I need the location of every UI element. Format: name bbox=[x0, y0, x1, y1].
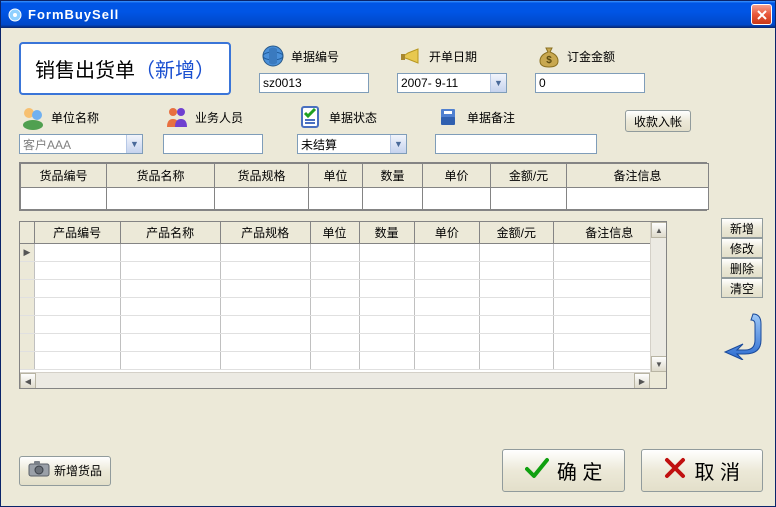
money-bag-icon: $ bbox=[535, 42, 563, 70]
cancel-label: 取 消 bbox=[694, 456, 740, 485]
col-header[interactable]: 备注信息 bbox=[553, 222, 665, 244]
col-header[interactable]: 单位 bbox=[310, 222, 359, 244]
grid-row[interactable] bbox=[20, 352, 666, 370]
form-title-text: 销售出货单 bbox=[35, 60, 135, 82]
side-buttons: 新增 修改 删除 清空 bbox=[721, 218, 763, 298]
ok-label: 确 定 bbox=[557, 456, 603, 485]
megaphone-icon bbox=[397, 42, 425, 70]
side-delete-button[interactable]: 删除 bbox=[721, 258, 763, 278]
add-goods-button[interactable]: 新增货品 bbox=[19, 456, 111, 486]
col-header: 单位 bbox=[309, 164, 363, 188]
entry-table-header: 货品编号 货品名称 货品规格 单位 数量 单价 金额/元 备注信息 bbox=[21, 164, 709, 188]
scrollbar-vertical[interactable]: ▲ ▼ bbox=[650, 222, 666, 372]
scroll-up-icon[interactable]: ▲ bbox=[651, 222, 667, 238]
col-header[interactable]: 产品名称 bbox=[120, 222, 220, 244]
scroll-down-icon[interactable]: ▼ bbox=[651, 356, 667, 372]
form-title-mode: （新增） bbox=[135, 60, 215, 82]
col-header[interactable]: 数量 bbox=[359, 222, 414, 244]
col-header: 货品名称 bbox=[107, 164, 215, 188]
col-header: 数量 bbox=[363, 164, 423, 188]
remark-input[interactable] bbox=[435, 134, 597, 154]
side-clear-button[interactable]: 清空 bbox=[721, 278, 763, 298]
ok-button[interactable]: 确 定 bbox=[502, 449, 626, 492]
checklist-icon bbox=[297, 103, 325, 131]
staff-label: 业务人员 bbox=[195, 109, 243, 126]
status-label: 单据状态 bbox=[329, 109, 377, 126]
folder-icon bbox=[435, 103, 463, 131]
remark-label: 单据备注 bbox=[467, 109, 515, 126]
doc-no-input[interactable] bbox=[259, 73, 369, 93]
cancel-button[interactable]: 取 消 bbox=[641, 449, 763, 492]
window-title: FormBuySell bbox=[28, 7, 751, 22]
col-header[interactable]: 金额/元 bbox=[480, 222, 554, 244]
col-header: 货品编号 bbox=[21, 164, 107, 188]
refresh-arrow-icon bbox=[723, 310, 765, 360]
client-area: 销售出货单（新增） 单据编号 开单日期 bbox=[1, 28, 775, 506]
open-date-label: 开单日期 bbox=[429, 48, 477, 65]
deposit-label: 订金金额 bbox=[567, 48, 615, 65]
col-header: 货品规格 bbox=[215, 164, 309, 188]
grid-header: 产品编号 产品名称 产品规格 单位 数量 单价 金额/元 备注信息 bbox=[20, 222, 666, 244]
doc-no-label: 单据编号 bbox=[291, 48, 339, 65]
col-header[interactable]: 产品规格 bbox=[220, 222, 310, 244]
app-icon bbox=[7, 7, 23, 23]
cross-icon bbox=[664, 457, 686, 485]
company-input[interactable] bbox=[19, 134, 143, 154]
scrollbar-horizontal[interactable]: ◀ ▶ bbox=[20, 372, 666, 388]
col-header: 备注信息 bbox=[567, 164, 709, 188]
check-icon bbox=[525, 457, 549, 485]
grid-row[interactable] bbox=[20, 280, 666, 298]
col-header[interactable]: 单价 bbox=[414, 222, 479, 244]
deposit-input[interactable] bbox=[535, 73, 645, 93]
staff-input[interactable] bbox=[163, 134, 263, 154]
grid-row[interactable] bbox=[20, 334, 666, 352]
entry-table: 货品编号 货品名称 货品规格 单位 数量 单价 金额/元 备注信息 bbox=[19, 162, 707, 211]
staff-icon bbox=[163, 103, 191, 131]
col-header: 金额/元 bbox=[491, 164, 567, 188]
camera-icon bbox=[28, 460, 50, 481]
scroll-right-icon[interactable]: ▶ bbox=[634, 373, 650, 389]
status-input[interactable] bbox=[297, 134, 407, 154]
open-date-input[interactable] bbox=[397, 73, 507, 93]
form-title: 销售出货单（新增） bbox=[19, 42, 231, 95]
data-grid[interactable]: 产品编号 产品名称 产品规格 单位 数量 单价 金额/元 备注信息 ▶ ▲ bbox=[19, 221, 667, 389]
grid-row[interactable] bbox=[20, 262, 666, 280]
globe-icon bbox=[259, 42, 287, 70]
people-icon bbox=[19, 103, 47, 131]
col-header[interactable]: 产品编号 bbox=[34, 222, 120, 244]
side-edit-button[interactable]: 修改 bbox=[721, 238, 763, 258]
add-goods-label: 新增货品 bbox=[54, 462, 102, 479]
svg-text:$: $ bbox=[546, 55, 552, 66]
side-add-button[interactable]: 新增 bbox=[721, 218, 763, 238]
close-button[interactable] bbox=[751, 4, 772, 25]
grid-row[interactable] bbox=[20, 298, 666, 316]
grid-row[interactable]: ▶ bbox=[20, 244, 666, 262]
col-header: 单价 bbox=[423, 164, 491, 188]
entry-row[interactable] bbox=[21, 188, 709, 210]
grid-row[interactable] bbox=[20, 316, 666, 334]
window: FormBuySell 销售出货单（新增） 单据编号 bbox=[0, 0, 776, 507]
titlebar[interactable]: FormBuySell bbox=[1, 1, 775, 28]
company-label: 单位名称 bbox=[51, 109, 99, 126]
scroll-left-icon[interactable]: ◀ bbox=[20, 373, 36, 389]
receive-button[interactable]: 收款入帐 bbox=[625, 110, 691, 132]
